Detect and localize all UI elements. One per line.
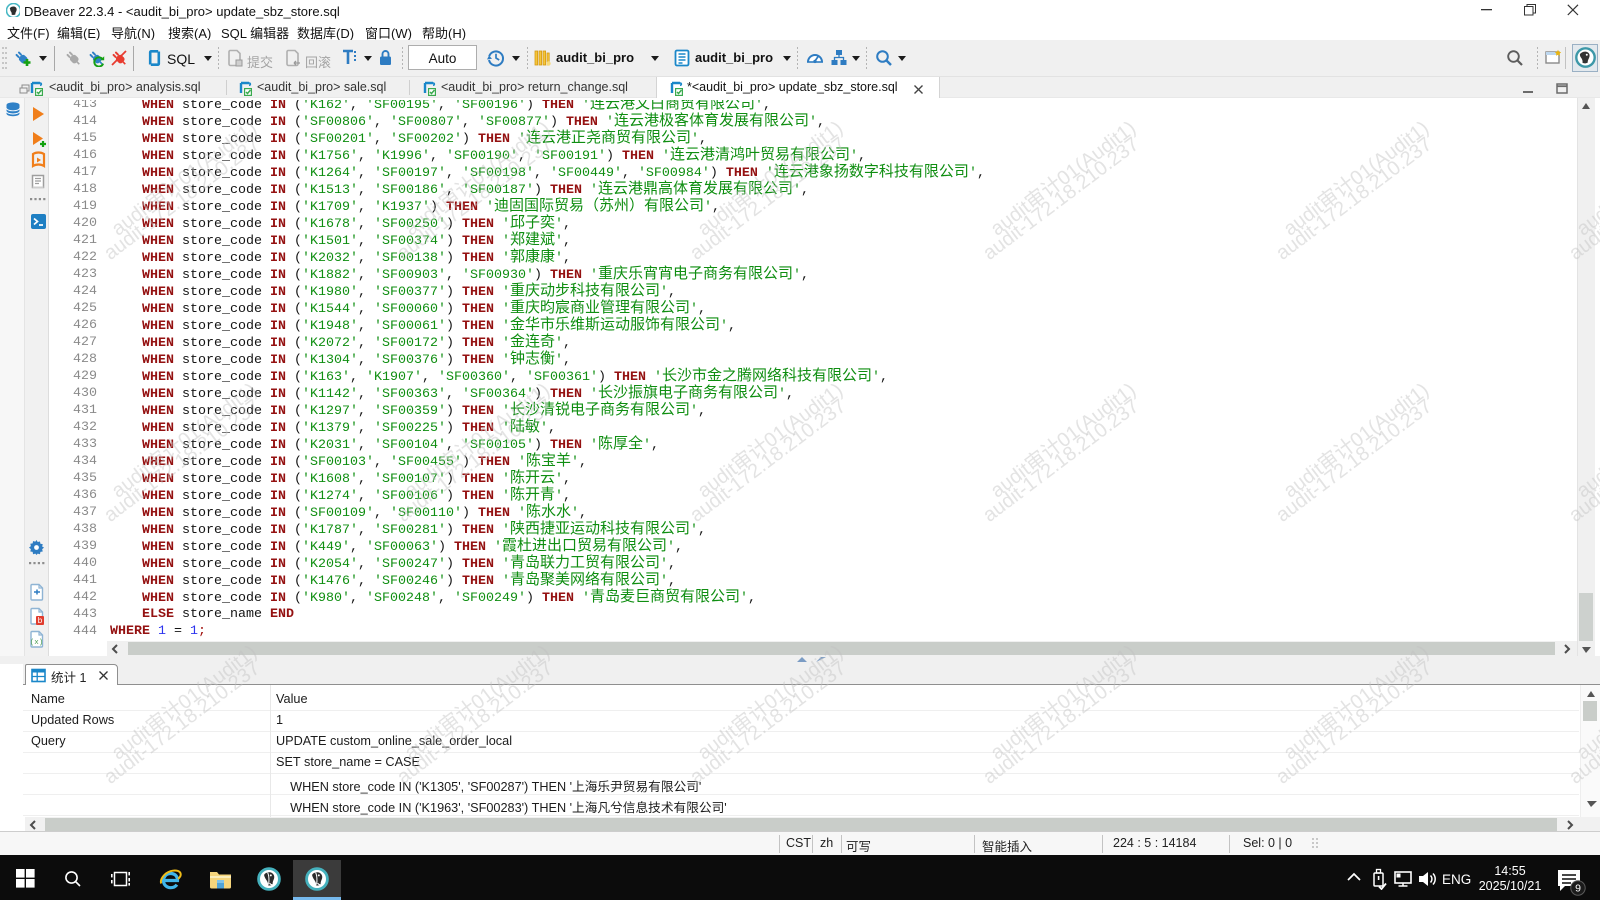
svg-text:9: 9: [1575, 882, 1581, 894]
svg-text:(x): (x): [30, 639, 44, 647]
svg-text:b: b: [38, 616, 43, 625]
